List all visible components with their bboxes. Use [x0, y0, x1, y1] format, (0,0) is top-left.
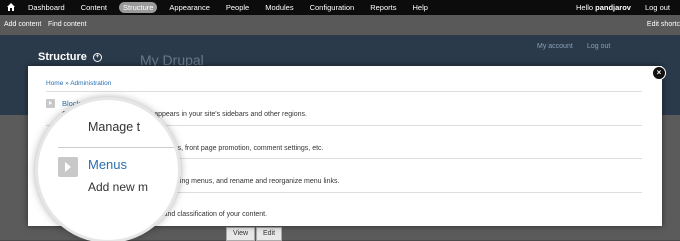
shortcut-add-content[interactable]: Add content	[4, 21, 41, 28]
toolbar-item-configuration[interactable]: Configuration	[306, 2, 359, 13]
shortcut-find-content[interactable]: Find content	[48, 21, 87, 28]
page-title-text: Structure	[38, 51, 87, 63]
toolbar-menu: Dashboard Content Structure Appearance P…	[20, 0, 436, 15]
add-shortcut-icon[interactable]: +	[92, 52, 102, 62]
breadcrumb[interactable]: Home » Administration	[46, 80, 111, 87]
magnified-text: Manage t	[88, 120, 141, 134]
menus-link[interactable]: Menus	[88, 157, 127, 172]
toolbar-item-help[interactable]: Help	[408, 2, 431, 13]
edit-tab[interactable]: Edit	[256, 227, 283, 241]
expand-arrow-icon[interactable]	[58, 157, 78, 177]
edit-shortcuts-link[interactable]: Edit shortc	[647, 21, 680, 28]
shortcuts-bar: Add content Find content Edit shortc	[0, 15, 680, 35]
magnifier-callout: Manage t Menus Add new m	[38, 100, 178, 240]
toolbar-item-dashboard[interactable]: Dashboard	[24, 2, 69, 13]
greeting-prefix: Hello	[575, 3, 594, 12]
page-title: Structure +	[38, 51, 102, 63]
toolbar-item-appearance[interactable]: Appearance	[165, 2, 213, 13]
home-icon[interactable]	[7, 3, 15, 11]
toolbar-item-modules[interactable]: Modules	[261, 2, 297, 13]
username-link[interactable]: pandjarov	[595, 3, 631, 12]
admin-toolbar: Dashboard Content Structure Appearance P…	[0, 0, 680, 15]
divider	[46, 91, 642, 92]
greeting: Hello pandjarov	[576, 3, 631, 12]
view-tab[interactable]: View	[226, 227, 256, 241]
toolbar-item-content[interactable]: Content	[77, 2, 111, 13]
toolbar-logout-link[interactable]: Log out	[645, 3, 670, 12]
toolbar-item-reports[interactable]: Reports	[366, 2, 400, 13]
magnified-description: Add new m	[88, 180, 149, 194]
my-account-link[interactable]: My account	[537, 43, 573, 50]
toolbar-user: Hello pandjarov Log out	[576, 0, 670, 15]
toolbar-item-people[interactable]: People	[222, 2, 253, 13]
toolbar-item-structure[interactable]: Structure	[118, 2, 158, 13]
close-icon[interactable]: ×	[652, 66, 666, 80]
divider	[58, 147, 178, 148]
expand-arrow-icon[interactable]	[46, 99, 55, 108]
header-logout-link[interactable]: Log out	[587, 43, 610, 50]
